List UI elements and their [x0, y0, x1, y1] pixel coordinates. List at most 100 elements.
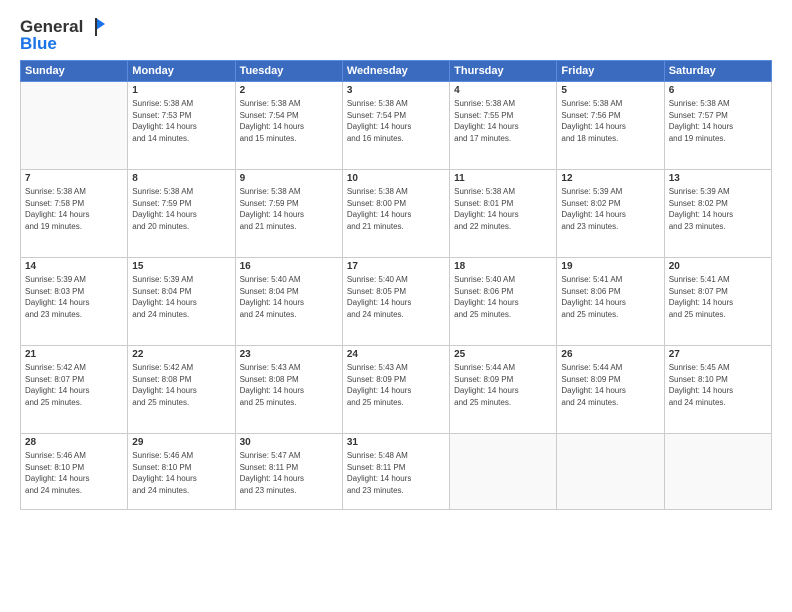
day-info: Sunrise: 5:42 AMSunset: 8:07 PMDaylight:… — [25, 362, 123, 408]
day-number: 19 — [561, 261, 659, 272]
logo: General Blue — [20, 16, 107, 54]
day-number: 27 — [669, 349, 767, 360]
calendar-week-1: 1 Sunrise: 5:38 AMSunset: 7:53 PMDaylight… — [21, 82, 772, 170]
day-info: Sunrise: 5:40 AMSunset: 8:05 PMDaylight:… — [347, 274, 445, 320]
day-number: 5 — [561, 85, 659, 96]
calendar-cell: 29Sunrise: 5:46 AMSunset: 8:10 PMDayligh… — [128, 434, 235, 510]
day-info: Sunrise: 5:44 AMSunset: 8:09 PMDaylight:… — [454, 362, 552, 408]
day-number: 21 — [25, 349, 123, 360]
calendar-cell — [450, 434, 557, 510]
logo-blue: Blue — [20, 34, 57, 54]
day-number: 18 — [454, 261, 552, 272]
calendar-cell: 6 Sunrise: 5:38 AMSunset: 7:57 PMDaylight… — [664, 82, 771, 170]
day-number: 6 — [669, 85, 767, 96]
day-number: 3 — [347, 85, 445, 96]
day-number: 15 — [132, 261, 230, 272]
day-number: 13 — [669, 173, 767, 184]
weekday-header-saturday: Saturday — [664, 61, 771, 82]
day-number: 17 — [347, 261, 445, 272]
day-info: Sunrise: 5:38 AMSunset: 7:54 PMDaylight:… — [240, 98, 338, 144]
day-info: Sunrise: 5:38 AMSunset: 7:56 PMDaylight:… — [561, 98, 659, 144]
day-number: 28 — [25, 437, 123, 448]
calendar-cell: 27 Sunrise: 5:45 AMSunset: 8:10 PMDayligh… — [664, 346, 771, 434]
calendar-cell: 3 Sunrise: 5:38 AMSunset: 7:54 PMDaylight… — [342, 82, 449, 170]
calendar-week-4: 21 Sunrise: 5:42 AMSunset: 8:07 PMDayligh… — [21, 346, 772, 434]
day-number: 23 — [240, 349, 338, 360]
day-info: Sunrise: 5:41 AMSunset: 8:07 PMDaylight:… — [669, 274, 767, 320]
day-number: 16 — [240, 261, 338, 272]
day-number: 8 — [132, 173, 230, 184]
calendar-cell: 2 Sunrise: 5:38 AMSunset: 7:54 PMDaylight… — [235, 82, 342, 170]
weekday-header-monday: Monday — [128, 61, 235, 82]
calendar-cell: 1 Sunrise: 5:38 AMSunset: 7:53 PMDaylight… — [128, 82, 235, 170]
calendar: SundayMondayTuesdayWednesdayThursdayFrid… — [20, 60, 772, 510]
day-info: Sunrise: 5:38 AMSunset: 7:58 PMDaylight:… — [25, 186, 123, 232]
day-info: Sunrise: 5:39 AMSunset: 8:02 PMDaylight:… — [669, 186, 767, 232]
day-info: Sunrise: 5:38 AMSunset: 7:54 PMDaylight:… — [347, 98, 445, 144]
day-info: Sunrise: 5:39 AMSunset: 8:04 PMDaylight:… — [132, 274, 230, 320]
calendar-week-5: 28Sunrise: 5:46 AMSunset: 8:10 PMDayligh… — [21, 434, 772, 510]
day-info: Sunrise: 5:38 AMSunset: 7:53 PMDaylight:… — [132, 98, 230, 144]
day-info: Sunrise: 5:41 AMSunset: 8:06 PMDaylight:… — [561, 274, 659, 320]
day-number: 1 — [132, 85, 230, 96]
day-info: Sunrise: 5:38 AMSunset: 7:59 PMDaylight:… — [240, 186, 338, 232]
day-info: Sunrise: 5:48 AMSunset: 8:11 PMDaylight:… — [347, 450, 445, 496]
weekday-header-tuesday: Tuesday — [235, 61, 342, 82]
calendar-cell: 9 Sunrise: 5:38 AMSunset: 7:59 PMDaylight… — [235, 170, 342, 258]
calendar-cell: 10 Sunrise: 5:38 AMSunset: 8:00 PMDayligh… — [342, 170, 449, 258]
day-number: 7 — [25, 173, 123, 184]
calendar-cell: 13 Sunrise: 5:39 AMSunset: 8:02 PMDayligh… — [664, 170, 771, 258]
calendar-cell: 12 Sunrise: 5:39 AMSunset: 8:02 PMDayligh… — [557, 170, 664, 258]
calendar-cell: 7 Sunrise: 5:38 AMSunset: 7:58 PMDaylight… — [21, 170, 128, 258]
day-number: 2 — [240, 85, 338, 96]
day-number: 25 — [454, 349, 552, 360]
calendar-cell: 15 Sunrise: 5:39 AMSunset: 8:04 PMDayligh… — [128, 258, 235, 346]
calendar-cell: 18 Sunrise: 5:40 AMSunset: 8:06 PMDayligh… — [450, 258, 557, 346]
day-number: 30 — [240, 437, 338, 448]
day-number: 31 — [347, 437, 445, 448]
calendar-cell: 8Sunrise: 5:38 AMSunset: 7:59 PMDaylight… — [128, 170, 235, 258]
calendar-cell: 11Sunrise: 5:38 AMSunset: 8:01 PMDayligh… — [450, 170, 557, 258]
day-info: Sunrise: 5:38 AMSunset: 7:57 PMDaylight:… — [669, 98, 767, 144]
calendar-cell: 23 Sunrise: 5:43 AMSunset: 8:08 PMDayligh… — [235, 346, 342, 434]
day-info: Sunrise: 5:43 AMSunset: 8:08 PMDaylight:… — [240, 362, 338, 408]
calendar-cell — [21, 82, 128, 170]
day-info: Sunrise: 5:39 AMSunset: 8:02 PMDaylight:… — [561, 186, 659, 232]
day-number: 10 — [347, 173, 445, 184]
calendar-cell — [557, 434, 664, 510]
calendar-cell: 28Sunrise: 5:46 AMSunset: 8:10 PMDayligh… — [21, 434, 128, 510]
calendar-cell — [664, 434, 771, 510]
calendar-cell: 26Sunrise: 5:44 AMSunset: 8:09 PMDayligh… — [557, 346, 664, 434]
page-header: General Blue — [20, 16, 772, 54]
weekday-header-wednesday: Wednesday — [342, 61, 449, 82]
calendar-cell: 5 Sunrise: 5:38 AMSunset: 7:56 PMDaylight… — [557, 82, 664, 170]
day-info: Sunrise: 5:38 AMSunset: 8:00 PMDaylight:… — [347, 186, 445, 232]
day-number: 12 — [561, 173, 659, 184]
weekday-header-sunday: Sunday — [21, 61, 128, 82]
day-number: 24 — [347, 349, 445, 360]
day-info: Sunrise: 5:40 AMSunset: 8:06 PMDaylight:… — [454, 274, 552, 320]
calendar-cell: 16 Sunrise: 5:40 AMSunset: 8:04 PMDayligh… — [235, 258, 342, 346]
day-info: Sunrise: 5:45 AMSunset: 8:10 PMDaylight:… — [669, 362, 767, 408]
calendar-cell: 21 Sunrise: 5:42 AMSunset: 8:07 PMDayligh… — [21, 346, 128, 434]
day-info: Sunrise: 5:38 AMSunset: 8:01 PMDaylight:… — [454, 186, 552, 232]
calendar-cell: 25 Sunrise: 5:44 AMSunset: 8:09 PMDayligh… — [450, 346, 557, 434]
weekday-header-friday: Friday — [557, 61, 664, 82]
day-info: Sunrise: 5:38 AMSunset: 7:55 PMDaylight:… — [454, 98, 552, 144]
day-info: Sunrise: 5:47 AMSunset: 8:11 PMDaylight:… — [240, 450, 338, 496]
calendar-cell: 31 Sunrise: 5:48 AMSunset: 8:11 PMDayligh… — [342, 434, 449, 510]
calendar-cell: 14 Sunrise: 5:39 AMSunset: 8:03 PMDayligh… — [21, 258, 128, 346]
day-number: 20 — [669, 261, 767, 272]
weekday-header-thursday: Thursday — [450, 61, 557, 82]
day-info: Sunrise: 5:39 AMSunset: 8:03 PMDaylight:… — [25, 274, 123, 320]
day-number: 14 — [25, 261, 123, 272]
day-number: 9 — [240, 173, 338, 184]
day-info: Sunrise: 5:43 AMSunset: 8:09 PMDaylight:… — [347, 362, 445, 408]
calendar-cell: 24 Sunrise: 5:43 AMSunset: 8:09 PMDayligh… — [342, 346, 449, 434]
calendar-header-row: SundayMondayTuesdayWednesdayThursdayFrid… — [21, 61, 772, 82]
calendar-cell: 4Sunrise: 5:38 AMSunset: 7:55 PMDaylight… — [450, 82, 557, 170]
calendar-cell: 30 Sunrise: 5:47 AMSunset: 8:11 PMDayligh… — [235, 434, 342, 510]
day-info: Sunrise: 5:40 AMSunset: 8:04 PMDaylight:… — [240, 274, 338, 320]
day-number: 26 — [561, 349, 659, 360]
calendar-cell: 20 Sunrise: 5:41 AMSunset: 8:07 PMDayligh… — [664, 258, 771, 346]
